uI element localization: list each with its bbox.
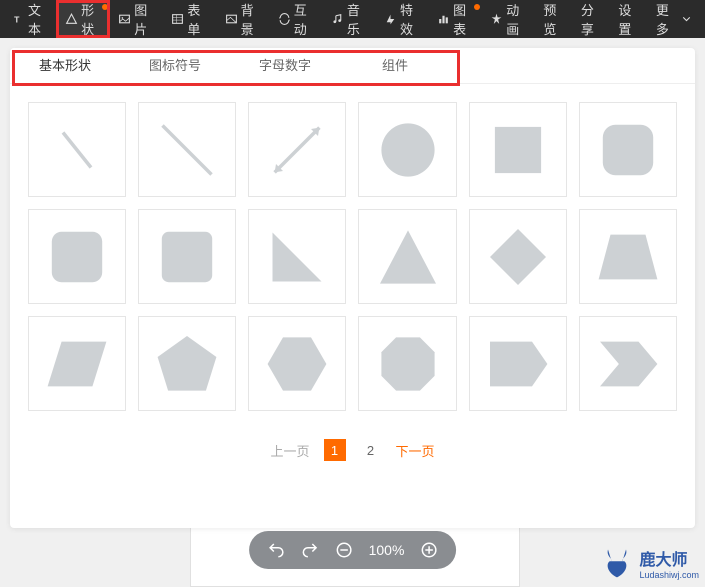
toolbar-fx[interactable]: 特效 bbox=[376, 0, 429, 38]
redo-button[interactable] bbox=[301, 541, 319, 559]
toolbar-music[interactable]: 音乐 bbox=[323, 0, 376, 38]
interact-icon bbox=[278, 11, 291, 27]
shape-octagon[interactable] bbox=[358, 316, 456, 411]
toolbar-anim[interactable]: 动画 bbox=[482, 0, 535, 38]
watermark-brand: 鹿大师 bbox=[639, 546, 699, 570]
background-icon bbox=[225, 11, 238, 27]
shape-diamond[interactable] bbox=[469, 209, 567, 304]
main-toolbar: T 文本 形状 图片 表单 背景 互动 音乐 特效 图表 动画 预览 分享 设置 bbox=[0, 0, 705, 38]
chevron-down-icon bbox=[680, 11, 693, 27]
toolbar-image[interactable]: 图片 bbox=[110, 0, 163, 38]
shape-triangle[interactable] bbox=[358, 209, 456, 304]
toolbar-form[interactable]: 表单 bbox=[163, 0, 216, 38]
toolbar-text[interactable]: T 文本 bbox=[4, 0, 57, 38]
toolbar-more[interactable]: 更多 bbox=[648, 0, 701, 38]
shape-arrow-double[interactable] bbox=[248, 102, 346, 197]
shape-panel: 基本形状 图标符号 字母数字 组件 上一页 1 2 下一页 bbox=[10, 48, 695, 528]
shape-rounded-square-2[interactable] bbox=[28, 209, 126, 304]
chart-icon bbox=[437, 11, 450, 27]
undo-icon bbox=[267, 541, 285, 559]
shape-icon bbox=[65, 11, 78, 27]
page-next[interactable]: 下一页 bbox=[396, 441, 435, 460]
shape-triangle-right[interactable] bbox=[248, 209, 346, 304]
shape-rounded-square[interactable] bbox=[579, 102, 677, 197]
shape-rounded-square-3[interactable] bbox=[138, 209, 236, 304]
shape-pentagon-arrow[interactable] bbox=[469, 316, 567, 411]
toolbar-interact[interactable]: 互动 bbox=[270, 0, 323, 38]
fx-icon bbox=[384, 11, 397, 27]
shape-pentagon[interactable] bbox=[138, 316, 236, 411]
page-1[interactable]: 1 bbox=[324, 439, 346, 461]
shape-tabs: 基本形状 图标符号 字母数字 组件 bbox=[10, 48, 695, 84]
shape-circle[interactable] bbox=[358, 102, 456, 197]
shape-line-long[interactable] bbox=[138, 102, 236, 197]
watermark: 鹿大师 Ludashiwj.com bbox=[599, 545, 699, 581]
notification-dot bbox=[474, 4, 480, 10]
tab-letters[interactable]: 字母数字 bbox=[230, 48, 340, 83]
page-prev[interactable]: 上一页 bbox=[270, 441, 309, 460]
toolbar-share[interactable]: 分享 bbox=[573, 0, 610, 38]
undo-button[interactable] bbox=[267, 541, 285, 559]
svg-text:T: T bbox=[14, 14, 20, 24]
shape-grid bbox=[10, 84, 695, 429]
text-icon: T bbox=[12, 11, 25, 27]
shape-square[interactable] bbox=[469, 102, 567, 197]
watermark-url: Ludashiwj.com bbox=[639, 570, 699, 580]
tab-components[interactable]: 组件 bbox=[340, 48, 450, 83]
minus-icon bbox=[335, 541, 353, 559]
tab-basic-shapes[interactable]: 基本形状 bbox=[10, 48, 120, 83]
shape-chevron[interactable] bbox=[579, 316, 677, 411]
toolbar-shape[interactable]: 形状 bbox=[57, 0, 110, 38]
image-icon bbox=[118, 11, 131, 27]
form-icon bbox=[171, 11, 184, 27]
deer-logo-icon bbox=[599, 545, 635, 581]
pagination: 上一页 1 2 下一页 bbox=[10, 439, 695, 461]
zoom-level: 100% bbox=[369, 542, 405, 558]
redo-icon bbox=[301, 541, 319, 559]
toolbar-chart[interactable]: 图表 bbox=[429, 0, 482, 38]
bottom-controls: 100% bbox=[249, 531, 457, 569]
toolbar-preview[interactable]: 预览 bbox=[535, 0, 572, 38]
shape-line-short[interactable] bbox=[28, 102, 126, 197]
tab-icons[interactable]: 图标符号 bbox=[120, 48, 230, 83]
toolbar-settings[interactable]: 设置 bbox=[610, 0, 647, 38]
shape-parallelogram[interactable] bbox=[28, 316, 126, 411]
zoom-in-button[interactable] bbox=[420, 541, 438, 559]
toolbar-background[interactable]: 背景 bbox=[217, 0, 270, 38]
shape-hexagon[interactable] bbox=[248, 316, 346, 411]
music-icon bbox=[331, 11, 344, 27]
plus-icon bbox=[420, 541, 438, 559]
page-2[interactable]: 2 bbox=[360, 439, 382, 461]
zoom-out-button[interactable] bbox=[335, 541, 353, 559]
shape-trapezoid[interactable] bbox=[579, 209, 677, 304]
notification-dot bbox=[102, 4, 108, 10]
anim-icon bbox=[490, 11, 503, 27]
